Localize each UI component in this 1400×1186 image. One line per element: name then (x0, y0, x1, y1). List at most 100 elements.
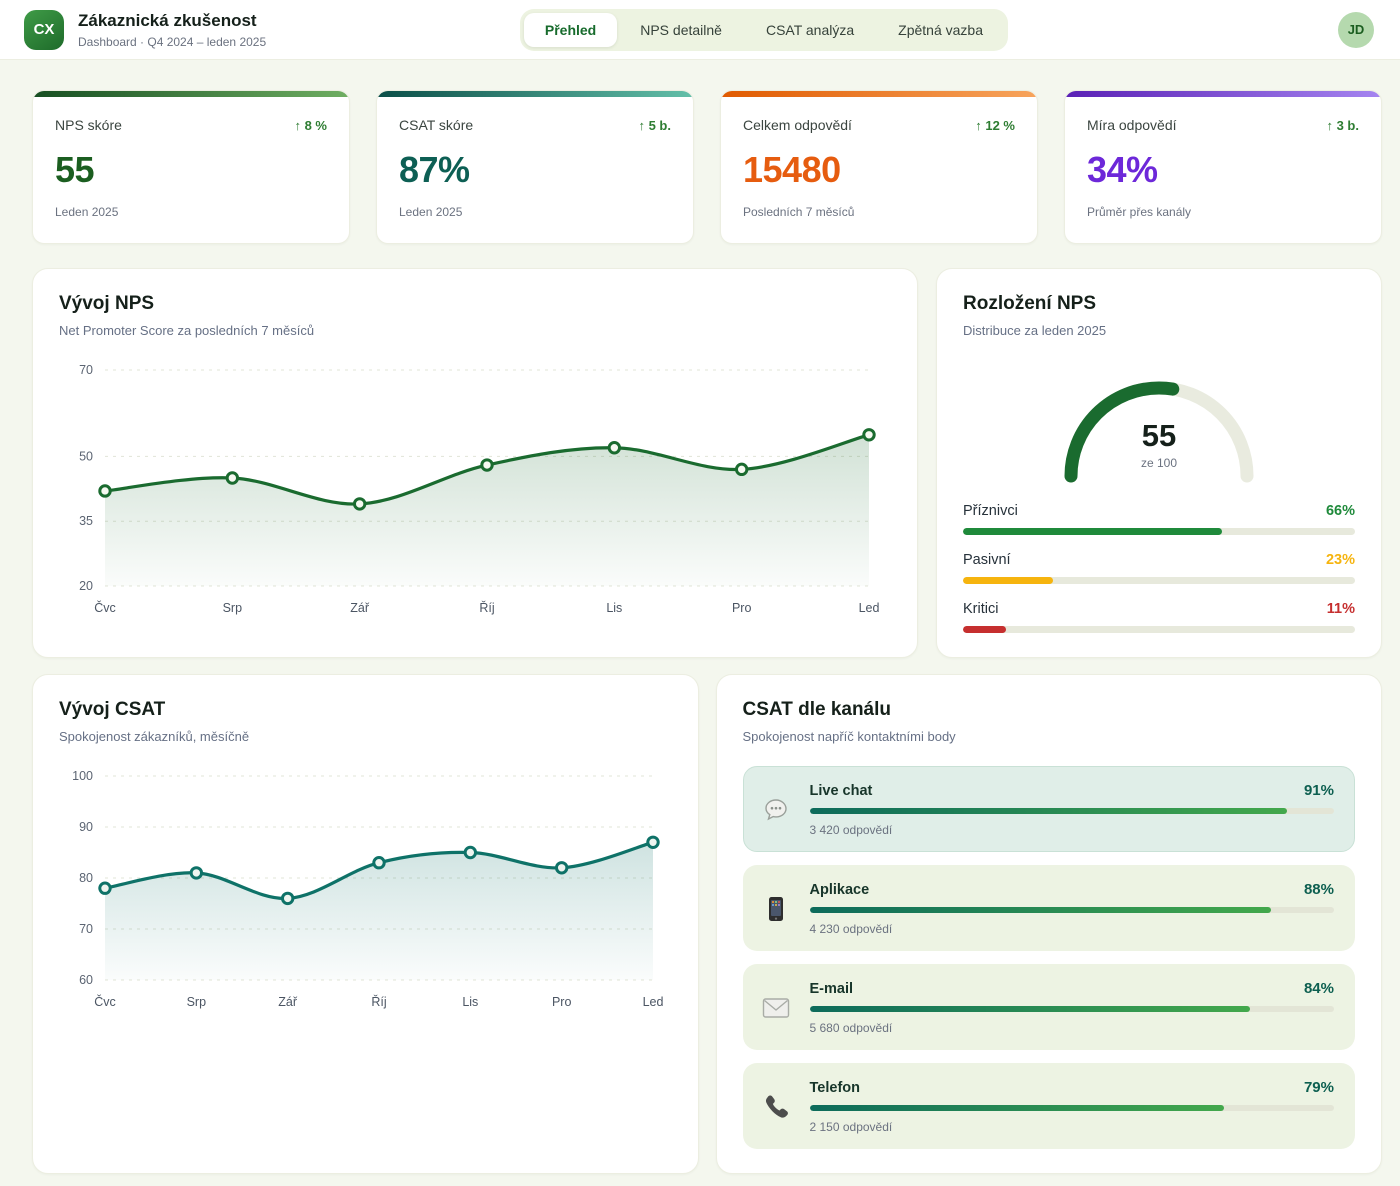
svg-text:90: 90 (79, 820, 93, 834)
svg-text:Led: Led (859, 601, 880, 615)
channel-bar (810, 1006, 1335, 1012)
svg-text:70: 70 (79, 922, 93, 936)
segment-bar (963, 577, 1355, 584)
tab-csat-analyza[interactable]: CSAT analýza (745, 13, 875, 47)
nav-tabs: Přehled NPS detailně CSAT analýza Zpětná… (520, 9, 1008, 51)
panel-subtitle: Spokojenost napříč kontaktními body (743, 729, 1356, 744)
kpi-trend: ↑ 5 b. (638, 118, 671, 133)
trend-up-icon: ↑ (975, 118, 982, 133)
kpi-trend: ↑ 8 % (294, 118, 327, 133)
svg-text:Říj: Říj (479, 600, 494, 615)
svg-text:Lis: Lis (462, 995, 478, 1009)
kpi-trend: ↑ 3 b. (1326, 118, 1359, 133)
channel-responses: 5 680 odpovědí (810, 1021, 1335, 1035)
kpi-value: 55 (55, 149, 327, 191)
svg-text:Čvc: Čvc (94, 994, 116, 1009)
segment-label: Kritici (963, 601, 998, 617)
svg-text:35: 35 (79, 514, 93, 528)
trend-up-icon: ↑ (1326, 118, 1333, 133)
kpi-card-responses: Celkem odpovědí ↑ 12 % 15480 Posledních … (720, 90, 1038, 244)
gauge-sublabel: ze 100 (1049, 456, 1269, 470)
nps-trend-panel: Vývoj NPS Net Promoter Score za poslední… (32, 268, 918, 658)
channel-percent: 79% (1304, 1079, 1334, 1096)
app-header: CX Zákaznická zkušenost Dashboard · Q4 2… (0, 0, 1400, 60)
channel-name: E-mail (810, 981, 854, 997)
gauge-value: 55 (1049, 418, 1269, 454)
channel-bar (810, 1105, 1335, 1111)
channel-row-app[interactable]: Aplikace 88% 4 230 odpovědí (743, 865, 1356, 951)
kpi-caption: Leden 2025 (55, 205, 327, 219)
kpi-value: 34% (1087, 149, 1359, 191)
channel-responses: 4 230 odpovědí (810, 922, 1335, 936)
kpi-label: Míra odpovědí (1087, 117, 1177, 133)
kpi-label: Celkem odpovědí (743, 117, 852, 133)
channel-list: Live chat 91% 3 420 odpovědí Aplikace (743, 766, 1356, 1149)
channel-row-live-chat[interactable]: Live chat 91% 3 420 odpovědí (743, 766, 1356, 852)
distribution-row-detractors: Kritici 11% (963, 601, 1355, 633)
panel-title: Vývoj NPS (59, 293, 891, 315)
svg-text:80: 80 (79, 871, 93, 885)
trend-up-icon: ↑ (294, 118, 301, 133)
breadcrumb: Dashboard · Q4 2024 – leden 2025 (78, 35, 266, 49)
panel-title: CSAT dle kanálu (743, 699, 1356, 721)
kpi-card-nps: NPS skóre ↑ 8 % 55 Leden 2025 (32, 90, 350, 244)
user-avatar[interactable]: JD (1338, 12, 1374, 48)
panel-subtitle: Net Promoter Score za posledních 7 měsíc… (59, 323, 891, 338)
trend-up-icon: ↑ (638, 118, 645, 133)
svg-text:Lis: Lis (606, 601, 622, 615)
channel-bar (810, 907, 1335, 913)
kpi-caption: Leden 2025 (399, 205, 671, 219)
kpi-label: NPS skóre (55, 117, 122, 133)
svg-text:Pro: Pro (732, 601, 752, 615)
svg-text:100: 100 (72, 769, 93, 783)
kpi-trend: ↑ 12 % (975, 118, 1015, 133)
segment-bar (963, 528, 1355, 535)
svg-text:Pro: Pro (552, 995, 572, 1009)
channel-percent: 91% (1304, 782, 1334, 799)
svg-text:20: 20 (79, 579, 93, 593)
svg-text:Srp: Srp (187, 995, 207, 1009)
channel-bar (810, 808, 1335, 814)
tab-zpetna-vazba[interactable]: Zpětná vazba (877, 13, 1004, 47)
page-title: Zákaznická zkušenost (78, 11, 266, 31)
app-logo: CX (24, 10, 64, 50)
panel-title: Rozložení NPS (963, 293, 1355, 315)
csat-line-chart: 60708090100ČvcSrpZářŘíjLisProLed (59, 764, 667, 1014)
panel-title: Vývoj CSAT (59, 699, 672, 721)
nps-distribution-panel: Rozložení NPS Distribuce za leden 2025 5… (936, 268, 1382, 658)
segment-label: Příznivci (963, 503, 1018, 519)
channel-percent: 84% (1304, 980, 1334, 997)
kpi-label: CSAT skóre (399, 117, 473, 133)
svg-text:Zář: Zář (350, 601, 370, 615)
panel-subtitle: Spokojenost zákazníků, měsíčně (59, 729, 672, 744)
kpi-caption: Průměr přes kanály (1087, 205, 1359, 219)
channel-percent: 88% (1304, 881, 1334, 898)
kpi-caption: Posledních 7 měsíců (743, 205, 1015, 219)
csat-trend-panel: Vývoj CSAT Spokojenost zákazníků, měsíčn… (32, 674, 699, 1174)
csat-channels-panel: CSAT dle kanálu Spokojenost napříč konta… (716, 674, 1383, 1174)
svg-text:50: 50 (79, 449, 93, 463)
channel-name: Live chat (810, 783, 873, 799)
smartphone-icon (760, 895, 792, 923)
svg-text:Led: Led (643, 995, 664, 1009)
channel-row-email[interactable]: E-mail 84% 5 680 odpovědí (743, 964, 1356, 1050)
envelope-icon (760, 997, 792, 1019)
segment-percent: 23% (1326, 552, 1355, 568)
segment-percent: 66% (1326, 503, 1355, 519)
svg-text:70: 70 (79, 363, 93, 377)
channel-responses: 3 420 odpovědí (810, 823, 1335, 837)
kpi-row: NPS skóre ↑ 8 % 55 Leden 2025 CSAT skóre… (32, 90, 1382, 244)
tab-prehled[interactable]: Přehled (524, 13, 617, 47)
distribution-row-passives: Pasivní 23% (963, 552, 1355, 584)
svg-text:Říj: Říj (371, 994, 386, 1009)
channel-row-phone[interactable]: Telefon 79% 2 150 odpovědí (743, 1063, 1356, 1149)
distribution-row-promoters: Příznivci 66% (963, 503, 1355, 535)
segment-label: Pasivní (963, 552, 1011, 568)
svg-text:Čvc: Čvc (94, 600, 116, 615)
chat-bubble-icon (760, 796, 792, 824)
tab-nps-detailne[interactable]: NPS detailně (619, 13, 743, 47)
channel-responses: 2 150 odpovědí (810, 1120, 1335, 1134)
kpi-card-csat: CSAT skóre ↑ 5 b. 87% Leden 2025 (376, 90, 694, 244)
segment-bar (963, 626, 1355, 633)
svg-text:Srp: Srp (223, 601, 243, 615)
